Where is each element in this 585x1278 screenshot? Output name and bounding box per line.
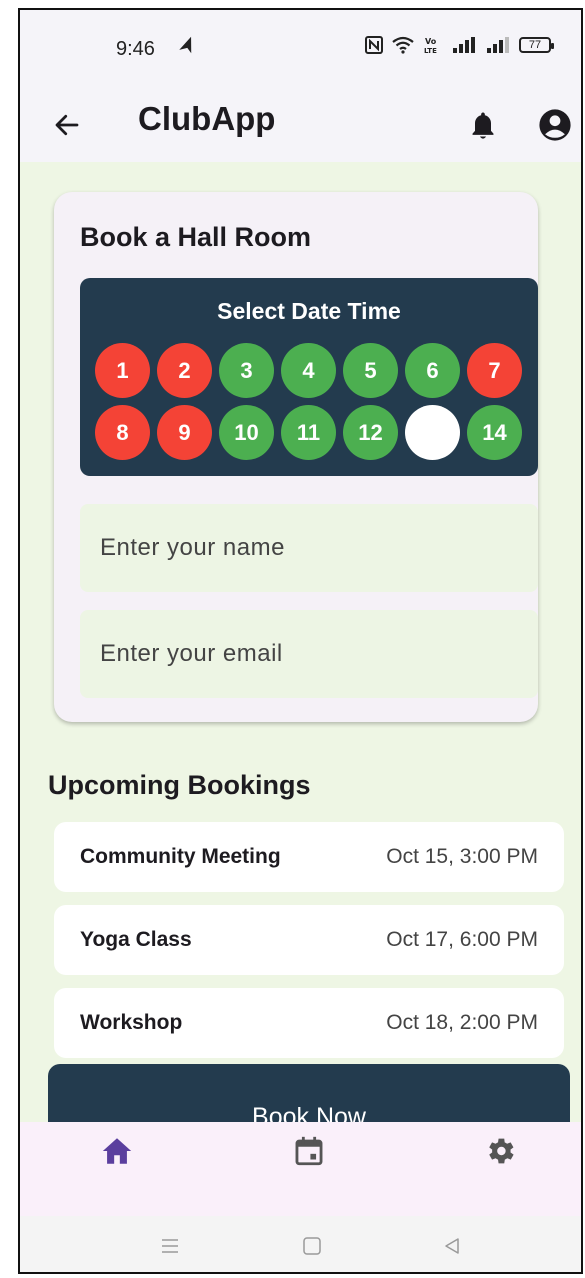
svg-text:LTE: LTE [424, 47, 437, 54]
booking-name: Workshop [80, 1011, 183, 1034]
nfc-icon [365, 36, 383, 54]
booking-item[interactable]: Yoga Class Oct 17, 6:00 PM [54, 905, 564, 975]
bottom-navigation [20, 1122, 581, 1216]
status-time: 9:46 [116, 38, 155, 60]
day-7[interactable]: 7 [467, 343, 522, 398]
home-square-icon[interactable] [302, 1236, 322, 1256]
volte-icon: Vo LTE [424, 37, 437, 54]
booking-card: Book a Hall Room Select Date Time 123456… [54, 192, 538, 722]
day-14[interactable]: 14 [467, 405, 522, 460]
day-11[interactable]: 11 [281, 405, 336, 460]
day-2[interactable]: 2 [157, 343, 212, 398]
calendar-icon[interactable] [292, 1134, 326, 1168]
booking-time: Oct 15, 3:00 PM [386, 845, 538, 868]
day-4[interactable]: 4 [281, 343, 336, 398]
day-5[interactable]: 5 [343, 343, 398, 398]
day-6[interactable]: 6 [405, 343, 460, 398]
booking-time: Oct 17, 6:00 PM [386, 928, 538, 951]
wifi-icon [392, 36, 414, 54]
signal-icon [487, 37, 509, 53]
battery-indicator: 77 [519, 37, 554, 53]
system-navigation-bar [20, 1216, 581, 1272]
booking-name: Yoga Class [80, 928, 192, 951]
email-field [80, 610, 538, 698]
upcoming-bookings-title: Upcoming Bookings [48, 770, 311, 800]
booking-item[interactable]: Workshop Oct 18, 2:00 PM [54, 988, 564, 1058]
back-arrow-icon[interactable] [52, 110, 82, 140]
app-screen: 9:46 Vo LTE 77 ClubApp Book a Hall Room … [18, 8, 583, 1274]
location-arrow-icon [179, 36, 192, 54]
home-icon[interactable] [100, 1134, 134, 1168]
menu-icon[interactable] [160, 1236, 180, 1256]
day-selected[interactable] [405, 405, 460, 460]
card-title: Book a Hall Room [80, 222, 312, 252]
back-triangle-icon[interactable] [442, 1236, 462, 1256]
account-circle-icon[interactable] [538, 108, 572, 142]
signal-icon [453, 37, 475, 53]
day-8[interactable]: 8 [95, 405, 150, 460]
booking-item[interactable]: Community Meeting Oct 15, 3:00 PM [54, 822, 564, 892]
day-10[interactable]: 10 [219, 405, 274, 460]
day-3[interactable]: 3 [219, 343, 274, 398]
name-input[interactable] [80, 504, 538, 592]
status-bar: 9:46 Vo LTE 77 [20, 10, 581, 90]
booking-time: Oct 18, 2:00 PM [386, 1011, 538, 1034]
status-icons: Vo LTE 77 [365, 36, 554, 54]
day-9[interactable]: 9 [157, 405, 212, 460]
settings-icon[interactable] [483, 1134, 517, 1168]
email-input[interactable] [80, 610, 538, 698]
app-bar: ClubApp [20, 90, 581, 162]
date-picker-title: Select Date Time [217, 298, 401, 324]
day-12[interactable]: 12 [343, 405, 398, 460]
day-1[interactable]: 1 [95, 343, 150, 398]
booking-name: Community Meeting [80, 845, 281, 868]
svg-text:Vo: Vo [425, 37, 437, 46]
app-title: ClubApp [138, 100, 276, 137]
bell-icon[interactable] [468, 110, 498, 142]
name-field [80, 504, 538, 592]
date-picker-panel: Select Date Time 1 2 3 4 5 6 7 8 9 10 11 12 14 [80, 278, 538, 476]
